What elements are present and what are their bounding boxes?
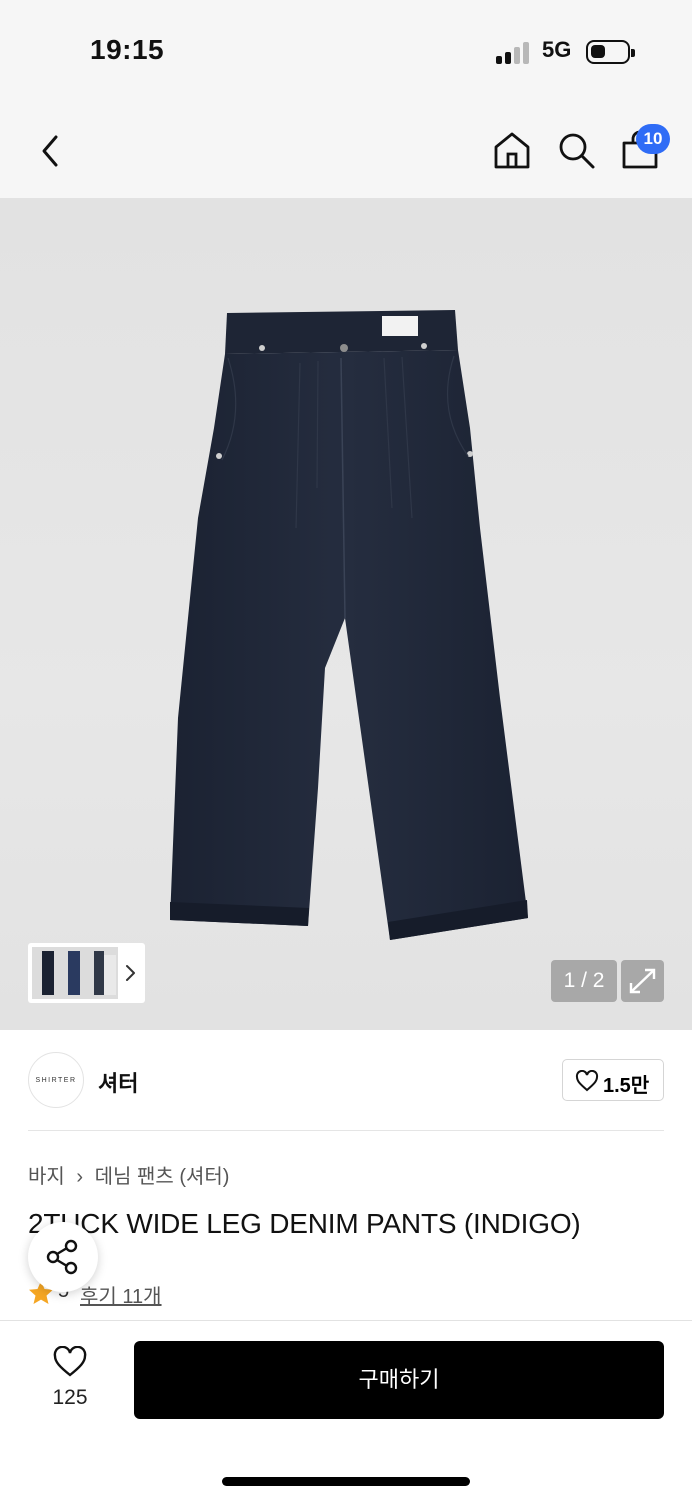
expand-icon — [629, 968, 656, 994]
chevron-right-icon: › — [76, 1166, 84, 1188]
share-icon — [46, 1239, 78, 1275]
wishlist-count: 125 — [52, 1386, 88, 1409]
breadcrumb-subcategory[interactable]: 데님 팬츠 (셔터) — [95, 1166, 230, 1188]
brand-like-button[interactable]: 1.5만 — [562, 1059, 664, 1101]
brand-name[interactable]: 셔터 — [98, 1066, 138, 1098]
chevron-left-icon — [42, 135, 58, 167]
network-label: 5G — [542, 37, 572, 62]
back-button[interactable] — [36, 134, 66, 168]
product-image[interactable] — [0, 198, 692, 1030]
image-counter: 1 / 2 — [551, 960, 617, 1002]
search-button[interactable] — [556, 130, 596, 170]
brand-logo[interactable]: SHIRTER — [28, 1052, 84, 1108]
cart-badge: 10 — [636, 124, 670, 154]
chevron-right-icon — [126, 965, 135, 981]
thumbnail-image — [32, 947, 118, 999]
brand-like-count: 1.5만 — [603, 1075, 650, 1097]
denim-pants-image — [170, 310, 528, 940]
breadcrumb: 바지 › 데님 팬츠 (셔터) — [28, 1160, 229, 1189]
home-indicator — [222, 1477, 470, 1486]
divider — [28, 1130, 664, 1131]
home-icon — [494, 132, 530, 169]
product-title: 2TUCK WIDE LEG DENIM PANTS (INDIGO) — [28, 1208, 581, 1239]
wishlist-button[interactable]: 125 — [40, 1344, 100, 1414]
home-button[interactable] — [492, 130, 532, 170]
buy-button[interactable]: 구매하기 — [134, 1341, 664, 1419]
heart-icon — [53, 1346, 87, 1377]
breadcrumb-category[interactable]: 바지 — [28, 1166, 65, 1188]
share-button[interactable] — [28, 1222, 98, 1292]
status-time: 19:15 — [90, 34, 165, 65]
heart-icon — [575, 1070, 599, 1092]
search-icon — [559, 133, 595, 169]
battery-icon — [586, 40, 635, 64]
signal-icon — [496, 40, 532, 64]
expand-button[interactable] — [621, 960, 664, 1002]
thumbnail-strip[interactable] — [28, 943, 145, 1003]
